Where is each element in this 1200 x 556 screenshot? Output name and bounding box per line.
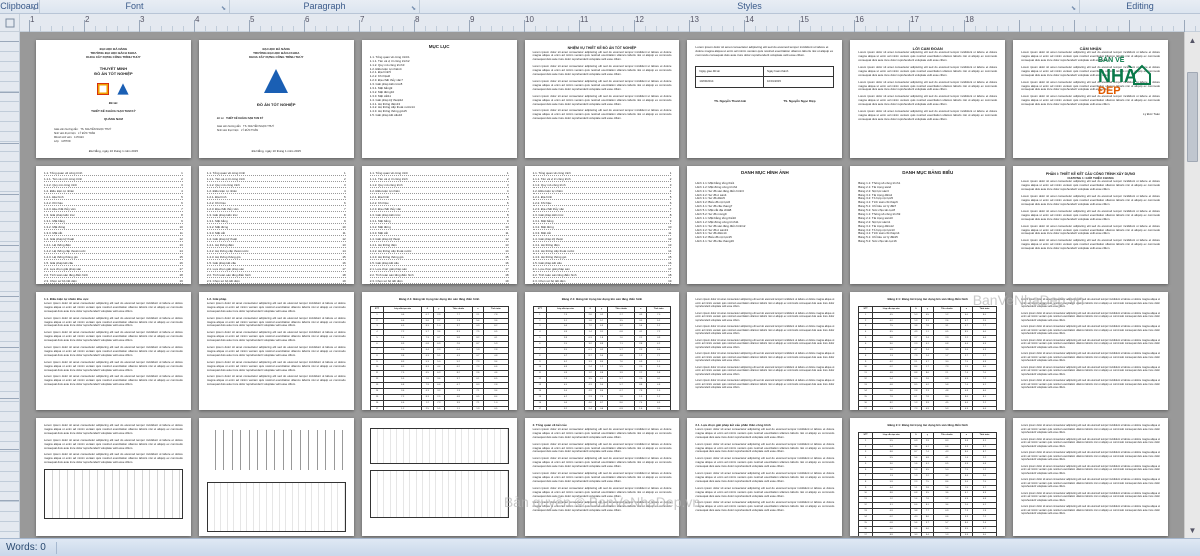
document-page[interactable]: Bảng 2.1: Bảng tải trọng tác dụng lên sà… [850, 418, 1005, 536]
ribbon-group-row: Clipboard⬊ Font⬊ Paragraph⬊ Styles⬊ Edit… [0, 0, 1200, 14]
document-page[interactable] [199, 418, 354, 536]
document-page[interactable]: Lorem ipsum dolor sit amet consectetur a… [1013, 292, 1168, 410]
ruler-toggle-icon [5, 18, 15, 28]
scrollbar-vertical[interactable]: ▲ ▼ [1184, 32, 1200, 538]
ribbon-group-clipboard[interactable]: Clipboard⬊ [0, 0, 40, 13]
word-count[interactable]: Words: 0 [6, 542, 46, 553]
document-page[interactable]: PHẦN I: THIẾT KẾ KẾT CẤU CÔNG TRÌNH XÂY … [1013, 166, 1168, 284]
document-page[interactable]: 2.1. Lựa chọn giải pháp kết cấu phần thâ… [687, 418, 842, 536]
document-page[interactable]: 1.1. Tổng quan về công trình11.1.1. Tên … [36, 166, 191, 284]
document-page[interactable]: ĐẠI HỌC ĐÀ NẴNG TRƯỜNG ĐẠI HỌC BÁCH KHOA… [36, 40, 191, 158]
expand-icon[interactable]: ⬊ [1071, 5, 1076, 12]
scroll-down-arrow[interactable]: ▼ [1185, 522, 1200, 538]
page-grid: ĐẠI HỌC ĐÀ NẴNG TRƯỜNG ĐẠI HỌC BÁCH KHOA… [36, 40, 1168, 536]
document-page[interactable]: 1.1. Tổng quan về công trình11.1.1. Tên … [525, 166, 680, 284]
expand-icon[interactable]: ⬊ [411, 5, 416, 12]
expand-icon[interactable]: ⬊ [221, 5, 226, 12]
document-page[interactable]: Lorem ipsum dolor sit amet consectetur a… [687, 292, 842, 410]
document-page[interactable]: Bảng 2.1: Bảng tải trọng tác dụng lên sà… [525, 292, 680, 410]
document-page[interactable]: 2. Tổng quan về kết cấuLorem ipsum dolor… [525, 418, 680, 536]
expand-icon[interactable]: ⬊ [31, 5, 36, 12]
document-canvas[interactable]: ĐẠI HỌC ĐÀ NẴNG TRƯỜNG ĐẠI HỌC BÁCH KHOA… [20, 32, 1184, 538]
ribbon-group-font[interactable]: Font⬊ [40, 0, 230, 13]
document-page[interactable]: CẢM NHẬNLorem ipsum dolor sit amet conse… [1013, 40, 1168, 158]
document-page[interactable]: 1.2. Giải phápLorem ipsum dolor sit amet… [199, 292, 354, 410]
document-page[interactable]: 1.1. Tổng quan về công trình11.1.1. Tên … [362, 166, 517, 284]
scroll-up-arrow[interactable]: ▲ [1185, 32, 1200, 48]
document-page[interactable]: DANH MỤC BẢNG BIỂUBảng 1.1: Thông số côn… [850, 166, 1005, 284]
document-page[interactable]: Lorem ipsum dolor sit amet consectetur a… [687, 40, 842, 158]
document-page[interactable]: NHIỆM VỤ THIẾT KẾ ĐỒ ÁN TỐT NGHIỆPLorem … [525, 40, 680, 158]
status-bar: Words: 0 [0, 538, 1200, 556]
status-separator [56, 542, 57, 554]
document-page[interactable] [362, 418, 517, 536]
ribbon-group-editing[interactable]: Editing [1080, 0, 1200, 13]
document-page[interactable]: 1.1. Điều kiện tự nhiên khu vựcLorem ips… [36, 292, 191, 410]
document-page[interactable]: MỤC LỤC1.1. Tổng quan về công trình11.1.… [362, 40, 517, 158]
ruler-horizontal-row: 123456789101112131415161718 [0, 14, 1200, 32]
document-page[interactable]: Lorem ipsum dolor sit amet consectetur a… [1013, 418, 1168, 536]
document-page[interactable]: LỜI CAM ĐOANLorem ipsum dolor sit amet c… [850, 40, 1005, 158]
document-page[interactable]: 1.1. Tổng quan về công trình11.1.1. Tên … [199, 166, 354, 284]
ruler-vertical[interactable] [0, 32, 20, 538]
document-page[interactable]: Bảng 2.1: Bảng tải trọng tác dụng lên sà… [850, 292, 1005, 410]
document-page[interactable]: Bảng 2.1: Bảng tải trọng tác dụng lên sà… [362, 292, 517, 410]
ribbon-group-paragraph[interactable]: Paragraph⬊ [230, 0, 420, 13]
scrollbar-thumb[interactable] [1187, 72, 1198, 162]
document-page[interactable]: Lorem ipsum dolor sit amet consectetur a… [36, 418, 191, 536]
ruler-corner[interactable] [0, 14, 20, 32]
ruler-horizontal[interactable]: 123456789101112131415161718 [20, 14, 1200, 32]
document-page[interactable]: DANH MỤC HÌNH ẢNHHình 1.1: Mặt bằng tổng… [687, 166, 842, 284]
ribbon-group-styles[interactable]: Styles⬊ [420, 0, 1080, 13]
document-page[interactable]: ĐẠI HỌC ĐÀ NẴNG TRƯỜNG ĐẠI HỌC BÁCH KHOA… [199, 40, 354, 158]
